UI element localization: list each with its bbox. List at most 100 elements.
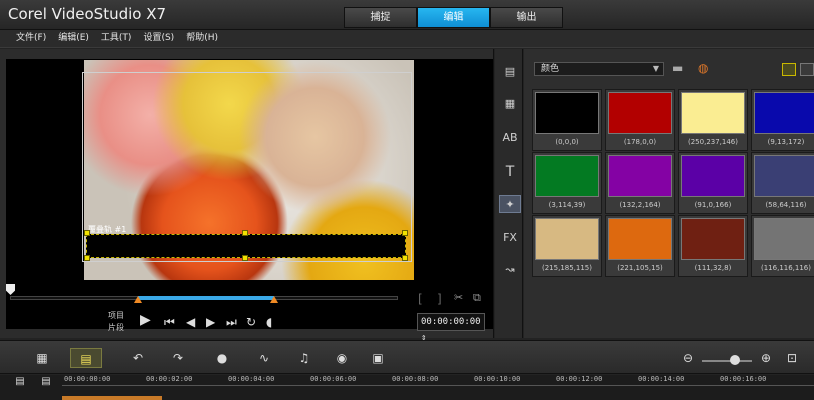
timeline-toolbar: ▦ ▤ ↶ ↷ ● ∿ ♫ ◉ ▣ ⊖ ⊕ ⊡ [0,340,814,374]
swatch-label: (116,116,116) [761,264,811,272]
chevron-down-icon: ▼ [652,64,659,73]
library-toolbar: 颜色 ▼ ▬ ◍ [524,59,814,81]
filter-icon[interactable]: FX [499,229,521,247]
fit-project-icon[interactable]: ⊡ [776,348,808,368]
swatch-label: (215,185,115) [542,264,592,272]
view-list-button[interactable] [800,63,814,76]
zoom-slider-knob[interactable] [730,355,740,365]
mode-tabs: 捕捉 编辑 输出 [344,7,563,28]
color-swatch [535,92,599,134]
color-swatch [535,218,599,260]
sound-mixer-icon[interactable]: ∿ [248,348,280,368]
timeline-view-icon[interactable]: ▤ [70,348,102,368]
volume-icon[interactable]: ◖ [266,315,272,329]
color-picker-icon[interactable]: ◍ [698,61,708,75]
zoom-slider[interactable] [702,360,752,362]
color-swatch-item[interactable]: (178,0,0) [605,89,675,151]
zoom-out-icon[interactable]: ⊖ [672,348,704,368]
swatch-label: (111,32,8) [694,264,732,272]
color-swatch-item[interactable]: (116,116,116) [751,215,814,277]
category-value: 颜色 [541,64,560,74]
color-swatch-item[interactable]: (221,105,15) [605,215,675,277]
play-icon[interactable]: ▶ [140,312,151,328]
end-icon[interactable]: ⏭ [226,315,237,330]
tab-edit[interactable]: 编辑 [417,7,490,28]
color-swatch-item[interactable]: (9,13,172) [751,89,814,151]
mark-in-icon[interactable]: [ [418,292,423,306]
menu-settings[interactable]: 设置(S) [143,30,174,47]
instant-project-icon[interactable]: ▦ [499,95,521,113]
menu-help[interactable]: 帮助(H) [186,30,218,47]
mark-in-handle[interactable] [134,296,142,303]
transition-icon[interactable]: AB [499,129,521,147]
swatch-label: (132,2,164) [619,201,661,209]
clip-mode-label[interactable]: 片段 [108,322,124,333]
swatch-label: (221,105,15) [617,264,663,272]
media-icon[interactable]: ▤ [499,63,521,81]
color-swatch [535,155,599,197]
storyboard-view-icon[interactable]: ▦ [26,348,58,368]
resize-handle[interactable] [242,230,248,236]
color-swatch [608,218,672,260]
color-swatch-item[interactable]: (132,2,164) [605,152,675,214]
swatch-label: (250,237,146) [688,138,738,146]
title-icon[interactable]: T [499,163,521,181]
subtitle-editor-icon[interactable]: ▣ [362,348,394,368]
home-icon[interactable]: ⏮ [164,315,175,330]
color-swatch-item[interactable]: (250,237,146) [678,89,748,151]
timeline-clip-strip[interactable] [62,396,162,400]
menu-tools[interactable]: 工具(T) [101,30,132,47]
repeat-icon[interactable]: ↻ [246,315,256,329]
color-swatch-item[interactable]: (3,114,39) [532,152,602,214]
next-frame-icon[interactable]: ▶ [206,315,215,329]
undo-icon[interactable]: ↶ [122,348,154,368]
timecode-field[interactable]: 00:00:00:00 ⇕ [417,313,485,343]
auto-music-icon[interactable]: ♫ [288,348,320,368]
color-swatch [754,218,814,260]
ruler-tick: 00:00:06:00 [310,375,357,383]
path-icon[interactable]: ↝ [499,261,521,279]
redo-icon[interactable]: ↷ [162,348,194,368]
tab-capture[interactable]: 捕捉 [344,7,417,28]
menu-bar: 文件(F) 编辑(E) 工具(T) 设置(S) 帮助(H) [0,30,814,48]
tab-share[interactable]: 输出 [490,7,563,28]
menu-edit[interactable]: 编辑(E) [58,30,89,47]
category-dropdown[interactable]: 颜色 ▼ [534,62,664,76]
graphic-icon[interactable]: ✦ [499,195,521,213]
previous-frame-icon[interactable]: ◀ [186,315,195,329]
ruler-tick: 00:00:04:00 [228,375,275,383]
color-swatch [754,155,814,197]
mark-out-handle[interactable] [270,296,278,303]
library-sidebar: ▤ ▦ AB T ✦ FX ↝ [495,49,523,338]
resize-handle[interactable] [84,230,90,236]
split-clip-icon[interactable]: ✂ [454,291,463,304]
menu-file[interactable]: 文件(F) [16,30,46,47]
ruler-tick: 00:00:16:00 [720,375,767,383]
ruler-tick: 00:00:02:00 [146,375,193,383]
folder-icon[interactable]: ▬ [672,61,683,75]
resize-handle[interactable] [402,230,408,236]
timeline-ruler[interactable]: ▤ ▤ 00:00:00:00 00:00:02:00 00:00:04:00 … [0,375,814,400]
swatch-label: (58,64,116) [765,201,807,209]
chapter-point-icon[interactable]: ▤ [34,375,58,389]
track-manager-icon[interactable]: ▤ [8,375,32,389]
color-swatch-item[interactable]: (58,64,116) [751,152,814,214]
enlarge-preview-icon[interactable]: ⧉ [473,291,481,305]
color-swatch-item[interactable]: (111,32,8) [678,215,748,277]
project-mode-label[interactable]: 项目 [108,310,124,321]
ruler-tick: 00:00:10:00 [474,375,521,383]
color-swatch [608,92,672,134]
resize-handle[interactable] [402,255,408,261]
record-capture-icon[interactable]: ● [206,348,238,368]
motion-tracking-icon[interactable]: ◉ [326,348,358,368]
resize-handle[interactable] [242,255,248,261]
view-thumbnail-button[interactable] [782,63,796,76]
ruler-tick: 00:00:12:00 [556,375,603,383]
color-swatch [681,218,745,260]
mark-out-icon[interactable]: ] [437,292,442,306]
ruler-baseline [62,385,814,386]
color-swatch-item[interactable]: (215,185,115) [532,215,602,277]
color-swatch-item[interactable]: (91,0,166) [678,152,748,214]
color-swatch-item[interactable]: (0,0,0) [532,89,602,151]
resize-handle[interactable] [84,255,90,261]
